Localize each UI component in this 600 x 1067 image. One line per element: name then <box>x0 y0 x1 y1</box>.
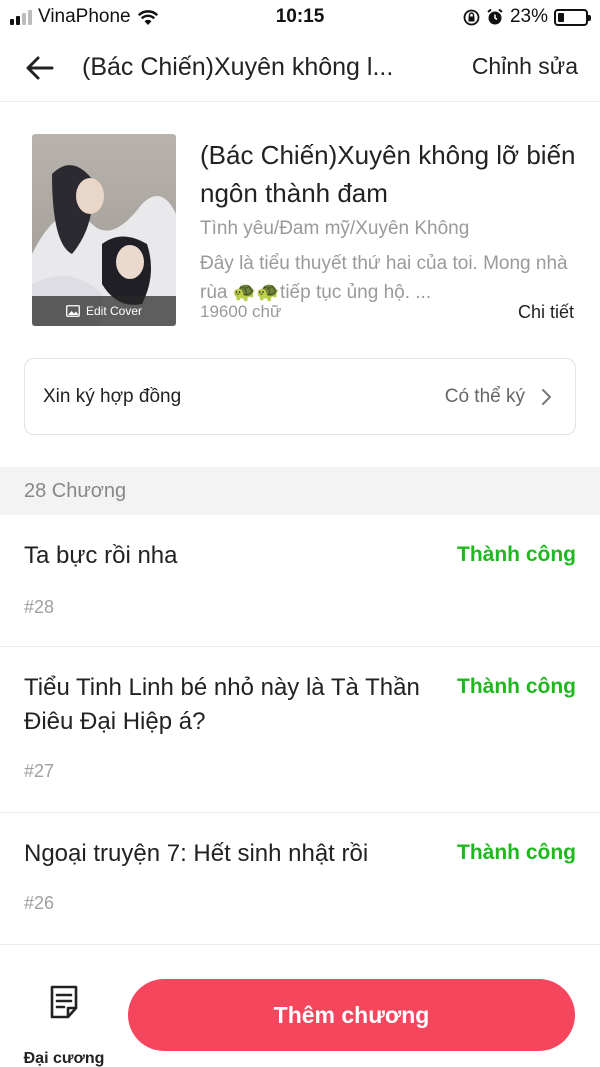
outline-document-icon <box>50 985 78 1019</box>
chevron-right-icon <box>542 389 551 405</box>
nav-bar: (Bác Chiến)Xuyên không l... Chỉnh sửa <box>0 34 600 102</box>
chapter-row[interactable]: Tiểu Tinh Linh bé nhỏ này là Tà Thần Điê… <box>0 647 600 813</box>
chapter-title: Tiểu Tinh Linh bé nhỏ này là Tà Thần Điê… <box>24 674 420 735</box>
bottom-bar: Đại cương Thêm chương <box>0 962 600 1067</box>
alarm-icon <box>487 8 503 25</box>
chapter-title: Ngoại truyện 7: Hết sinh nhật rồi <box>24 840 369 867</box>
chapter-title: Ta bực rồi nha <box>24 542 178 569</box>
rotation-lock-icon <box>463 9 480 25</box>
chapter-status: Thành công <box>457 543 576 566</box>
chapter-count: 28 Chương <box>24 480 127 502</box>
chapter-number: #27 <box>24 761 55 781</box>
book-cover[interactable]: Edit Cover <box>32 134 176 326</box>
book-description: Đây là tiểu thuyết thứ hai của toi. Mong… <box>200 253 568 303</box>
contract-status: Có thể ký <box>444 386 525 407</box>
chapter-row[interactable]: Ngoại truyện 7: Hết sinh nhật rồi Thành … <box>0 813 600 945</box>
book-genre: Tình yêu/Đam mỹ/Xuyên Không <box>200 218 470 239</box>
status-bar: VinaPhone 10:15 23% <box>0 0 600 34</box>
battery-percent: 23% <box>509 6 548 27</box>
chapter-number: #28 <box>24 597 55 617</box>
edit-button[interactable]: Chỉnh sửa <box>472 53 578 80</box>
page-title: (Bác Chiến)Xuyên không l... <box>82 53 394 81</box>
back-arrow-icon[interactable] <box>22 50 58 86</box>
edit-cover-bar[interactable]: Edit Cover <box>32 296 176 326</box>
add-chapter-button[interactable]: Thêm chương <box>128 979 575 1051</box>
contract-label: Xin ký hợp đồng <box>43 386 182 407</box>
status-right: 23% <box>463 6 591 28</box>
image-icon <box>66 305 80 317</box>
chapter-list-header: 28 Chương <box>0 467 600 515</box>
chapter-status: Thành công <box>457 841 576 864</box>
battery-icon <box>554 8 591 26</box>
outline-label: Đại cương <box>23 1050 105 1067</box>
edit-cover-label: Edit Cover <box>85 304 143 318</box>
contract-card[interactable]: Xin ký hợp đồng Có thể ký <box>24 358 576 435</box>
word-count: 19600 chữ <box>200 302 282 321</box>
book-title: (Bác Chiến)Xuyên không lỡ biến ngôn thàn… <box>200 140 576 208</box>
outline-button[interactable]: Đại cương <box>22 984 106 1067</box>
detail-link[interactable]: Chi tiết <box>518 302 574 323</box>
chapter-row[interactable]: Ta bực rồi nha Thành công #28 <box>0 515 600 647</box>
chapter-status: Thành công <box>457 675 576 698</box>
chapter-number: #26 <box>24 893 55 913</box>
